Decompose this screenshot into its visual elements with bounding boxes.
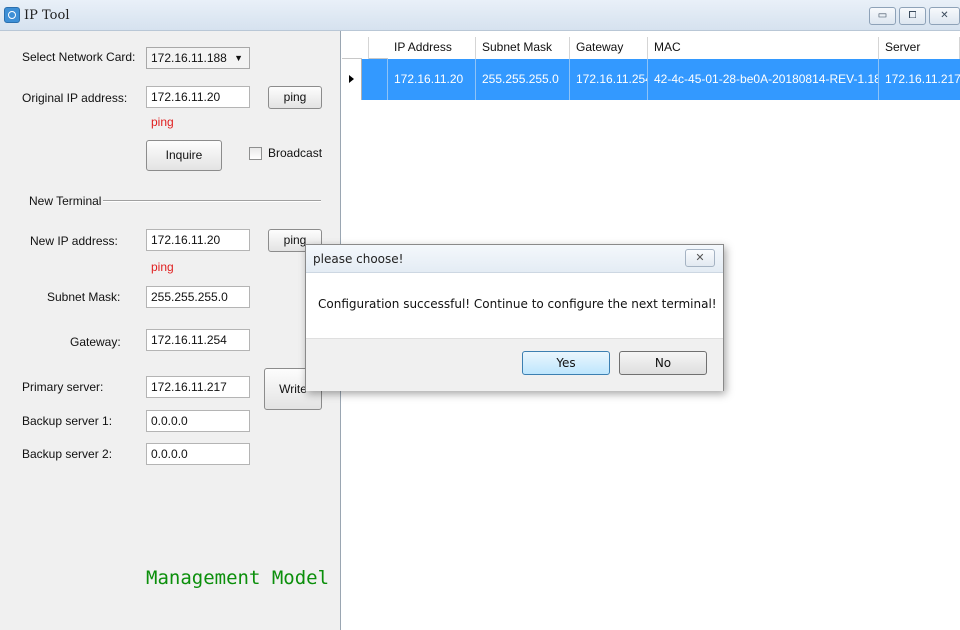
primary-server-label: Primary server: bbox=[22, 380, 104, 394]
column-header-mac[interactable]: MAC bbox=[648, 37, 879, 59]
dialog-message: Configuration successful! Continue to co… bbox=[318, 297, 717, 311]
original-ping-button[interactable]: ping bbox=[268, 86, 322, 109]
network-card-label: Select Network Card: bbox=[22, 50, 136, 64]
app-icon bbox=[4, 7, 20, 23]
row-header-column bbox=[362, 37, 369, 59]
title-bar: IP Tool ▭ ⧠ ✕ bbox=[0, 0, 960, 31]
chevron-down-icon: ▼ bbox=[234, 53, 243, 63]
original-ip-label: Original IP address: bbox=[22, 91, 128, 105]
minimize-button[interactable]: ▭ bbox=[869, 7, 896, 25]
subnet-mask-label: Subnet Mask: bbox=[47, 290, 121, 304]
new-ip-input[interactable]: 172.16.11.20 bbox=[146, 229, 250, 251]
new-ip-label: New IP address: bbox=[30, 234, 118, 248]
yes-button[interactable]: Yes bbox=[522, 351, 610, 375]
inquire-button[interactable]: Inquire bbox=[146, 140, 222, 171]
new-terminal-label: New Terminal bbox=[29, 194, 102, 208]
cell-ip[interactable]: 172.16.11.20 bbox=[388, 59, 476, 100]
dialog-close-button[interactable]: ✕ bbox=[685, 249, 715, 267]
original-ping-status: ping bbox=[151, 115, 174, 129]
network-card-select[interactable]: 172.16.11.188 ▼ bbox=[146, 47, 250, 69]
config-panel: Select Network Card: 172.16.11.188 ▼ Ori… bbox=[0, 31, 341, 630]
dialog-title-bar: please choose! ✕ bbox=[306, 245, 723, 273]
gateway-label: Gateway: bbox=[70, 335, 121, 349]
cell-mac[interactable]: 42-4c-45-01-28-be0A-20180814-REV-1.18-EN bbox=[648, 59, 879, 100]
subnet-mask-input[interactable]: 255.255.255.0 bbox=[146, 286, 250, 308]
column-header-server[interactable]: Server bbox=[879, 37, 960, 59]
column-header-gateway[interactable]: Gateway bbox=[570, 37, 648, 59]
cell-gateway[interactable]: 172.16.11.254 bbox=[570, 59, 648, 100]
new-terminal-divider bbox=[103, 200, 321, 202]
backup-server-1-label: Backup server 1: bbox=[22, 414, 113, 428]
confirm-dialog: please choose! ✕ Configuration successfu… bbox=[305, 244, 724, 391]
gateway-input[interactable]: 172.16.11.254 bbox=[146, 329, 250, 351]
dialog-title: please choose! bbox=[313, 252, 404, 266]
primary-server-input[interactable]: 172.16.11.217 bbox=[146, 376, 250, 398]
broadcast-label: Broadcast bbox=[268, 146, 323, 160]
row-selector[interactable] bbox=[342, 59, 362, 100]
mode-label: Management Model bbox=[146, 567, 330, 589]
backup-server-2-input[interactable]: 0.0.0.0 bbox=[146, 443, 250, 465]
original-ip-input[interactable]: 172.16.11.20 bbox=[146, 86, 250, 108]
cell-server[interactable]: 172.16.11.217 bbox=[879, 59, 960, 100]
cell-subnet[interactable]: 255.255.255.0 bbox=[476, 59, 570, 100]
column-header-ip[interactable]: IP Address bbox=[388, 37, 476, 59]
backup-server-2-label: Backup server 2: bbox=[22, 447, 113, 461]
broadcast-checkbox[interactable] bbox=[249, 147, 262, 160]
backup-server-1-input[interactable]: 0.0.0.0 bbox=[146, 410, 250, 432]
no-button[interactable]: No bbox=[619, 351, 707, 375]
restore-button[interactable]: ⧠ bbox=[899, 7, 926, 25]
close-button[interactable]: ✕ bbox=[929, 7, 960, 25]
network-card-value: 172.16.11.188 bbox=[151, 51, 227, 65]
new-ping-status: ping bbox=[151, 260, 174, 274]
row-spacer-cell bbox=[362, 59, 388, 100]
window-title: IP Tool bbox=[24, 8, 70, 23]
current-row-arrow-icon bbox=[349, 75, 354, 83]
column-header-subnet[interactable]: Subnet Mask bbox=[476, 37, 570, 59]
